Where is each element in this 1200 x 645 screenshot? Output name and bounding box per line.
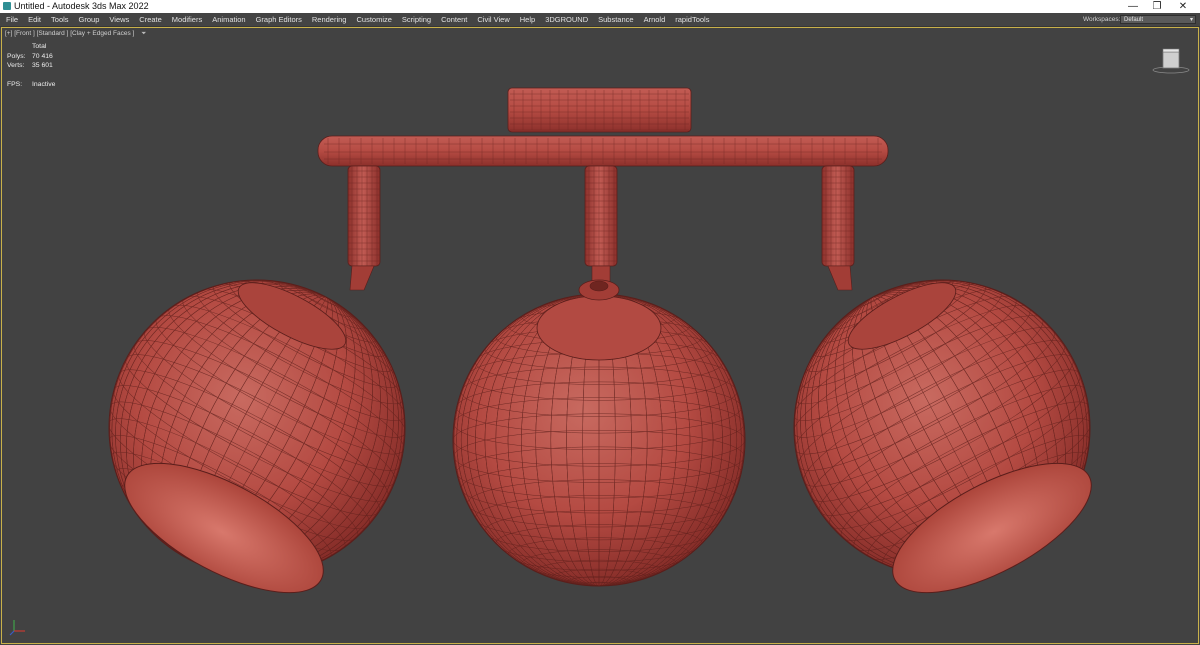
menu-item-content[interactable]: Content bbox=[441, 13, 467, 26]
menu-item-views[interactable]: Views bbox=[109, 13, 129, 26]
menu-item-create[interactable]: Create bbox=[139, 13, 162, 26]
menu-item-rapidtools[interactable]: rapidTools bbox=[675, 13, 709, 26]
window-title: Untitled - Autodesk 3ds Max 2022 bbox=[14, 1, 149, 11]
close-button[interactable]: ✕ bbox=[1172, 0, 1194, 13]
stem-center[interactable] bbox=[584, 165, 618, 289]
menu-item-civil-view[interactable]: Civil View bbox=[477, 13, 509, 26]
workspaces-label: Workspaces: bbox=[1083, 16, 1121, 23]
workspace-value: Default bbox=[1124, 17, 1144, 23]
title-bar: Untitled - Autodesk 3ds Max 2022 — ❐ ✕ bbox=[0, 0, 1200, 13]
menu-item-3dground[interactable]: 3DGROUND bbox=[545, 13, 588, 26]
lamp-shade-right[interactable] bbox=[741, 226, 1143, 630]
menu-item-arnold[interactable]: Arnold bbox=[644, 13, 666, 26]
stem-right[interactable] bbox=[821, 165, 855, 291]
main-menu: File Edit Tools Group Views Create Modifiers An… bbox=[6, 13, 719, 26]
lamp-shade-center[interactable] bbox=[452, 279, 746, 588]
menu-bar: File Edit Tools Group Views Create Modifiers An… bbox=[0, 13, 1200, 27]
scene-canvas[interactable] bbox=[2, 28, 1198, 643]
menu-item-scripting[interactable]: Scripting bbox=[402, 13, 431, 26]
stats-verts-value: 35 601 bbox=[32, 62, 53, 69]
view-cube-face[interactable] bbox=[1162, 51, 1180, 69]
menu-item-file[interactable]: File bbox=[6, 13, 18, 26]
front-viewport[interactable]: [+] [Front ] [Standard ] [Clay + Edged F… bbox=[1, 27, 1199, 644]
app-icon bbox=[3, 2, 11, 10]
menu-item-edit[interactable]: Edit bbox=[28, 13, 41, 26]
axis-tripod-icon bbox=[9, 620, 25, 636]
ceiling-plate[interactable] bbox=[507, 87, 692, 133]
stats-polys-value: 70 416 bbox=[32, 53, 53, 60]
stats-total-label: Total bbox=[32, 43, 47, 50]
menu-item-substance[interactable]: Substance bbox=[598, 13, 633, 26]
stats-fps-label: FPS: bbox=[7, 81, 23, 88]
minimize-button[interactable]: — bbox=[1122, 0, 1144, 13]
menu-item-animation[interactable]: Animation bbox=[212, 13, 245, 26]
menu-item-tools[interactable]: Tools bbox=[51, 13, 69, 26]
stats-fps-value: Inactive bbox=[32, 81, 56, 88]
menu-item-rendering[interactable]: Rendering bbox=[312, 13, 347, 26]
horizontal-bar[interactable] bbox=[317, 135, 889, 167]
menu-item-help[interactable]: Help bbox=[520, 13, 535, 26]
viewport-label-text[interactable]: [+] [Front ] [Standard ] [Clay + Edged F… bbox=[5, 30, 134, 37]
lamp-shade-left[interactable] bbox=[56, 226, 458, 630]
funnel-icon[interactable]: ⏷ bbox=[141, 30, 146, 37]
workspace-dropdown[interactable]: Default ▾ bbox=[1120, 15, 1196, 24]
stats-verts-label: Verts: bbox=[7, 62, 25, 69]
view-cube-top[interactable] bbox=[1162, 48, 1180, 53]
menu-item-modifiers[interactable]: Modifiers bbox=[172, 13, 202, 26]
menu-item-group[interactable]: Group bbox=[79, 13, 100, 26]
chevron-down-icon: ▾ bbox=[1189, 17, 1193, 23]
stem-left[interactable] bbox=[347, 165, 381, 291]
restore-button[interactable]: ❐ bbox=[1146, 0, 1168, 13]
stats-polys-label: Polys: bbox=[7, 53, 26, 60]
view-cube[interactable] bbox=[1150, 42, 1192, 76]
viewport-label[interactable]: [+] [Front ] [Standard ] [Clay + Edged F… bbox=[5, 30, 146, 38]
menu-item-customize[interactable]: Customize bbox=[356, 13, 391, 26]
menu-item-graph-editors[interactable]: Graph Editors bbox=[256, 13, 302, 26]
